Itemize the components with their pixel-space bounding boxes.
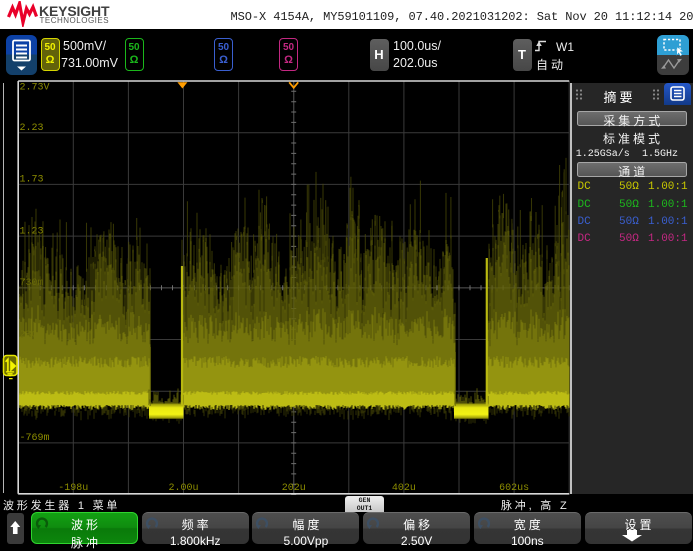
svg-text:2.00u: 2.00u xyxy=(168,483,198,494)
svg-text:-769m: -769m xyxy=(20,433,50,444)
svg-text:2.73V: 2.73V xyxy=(20,83,50,94)
svg-text:402u: 402u xyxy=(392,483,416,494)
svg-text:2.23: 2.23 xyxy=(20,123,44,134)
svg-text:-198u: -198u xyxy=(58,483,88,494)
svg-text:1.73: 1.73 xyxy=(20,175,44,186)
svg-text:602us: 602us xyxy=(499,483,529,494)
svg-text:202u: 202u xyxy=(282,483,306,494)
